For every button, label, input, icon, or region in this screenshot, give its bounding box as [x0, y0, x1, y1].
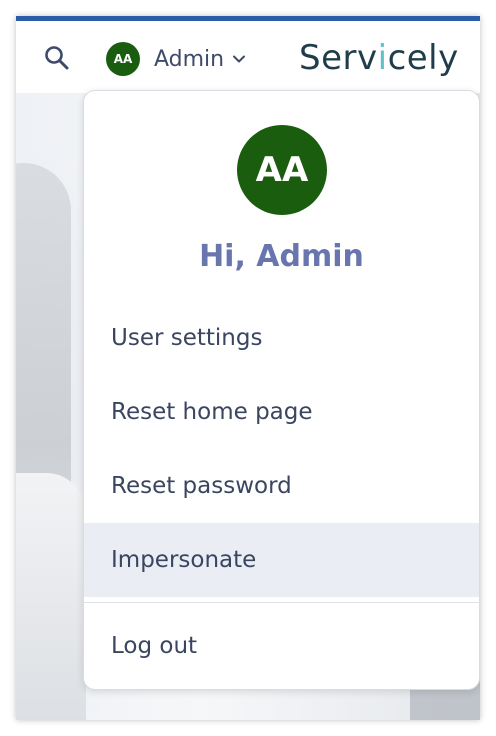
app-window: AA Admin Servicely AA Hi, Admin User set… — [16, 16, 480, 720]
user-dropdown-menu: AA Hi, Admin User settings Reset home pa… — [83, 90, 480, 690]
avatar: AA — [106, 42, 140, 76]
menu-item-reset-password[interactable]: Reset password — [84, 449, 479, 523]
menu-divider — [84, 602, 479, 603]
logo-text-end: cely — [387, 38, 459, 78]
header-bar: AA Admin Servicely — [16, 21, 480, 93]
user-menu-button[interactable]: AA Admin — [106, 42, 246, 76]
menu-item-log-out[interactable]: Log out — [84, 609, 479, 683]
logo-text-accent: i — [377, 38, 388, 78]
menu-item-reset-home-page[interactable]: Reset home page — [84, 375, 479, 449]
hero-figure-shoulder — [16, 473, 86, 720]
chevron-down-icon — [233, 55, 246, 63]
menu-item-user-settings[interactable]: User settings — [84, 301, 479, 375]
menu-item-impersonate[interactable]: Impersonate — [84, 523, 479, 597]
dropdown-avatar: AA — [237, 125, 327, 215]
dropdown-greeting: Hi, Admin — [199, 239, 364, 274]
search-button[interactable] — [42, 43, 72, 73]
search-icon — [45, 46, 69, 70]
logo-text-start: Serv — [299, 38, 378, 78]
servicely-logo[interactable]: Servicely — [299, 38, 459, 78]
user-name: Admin — [154, 46, 225, 72]
